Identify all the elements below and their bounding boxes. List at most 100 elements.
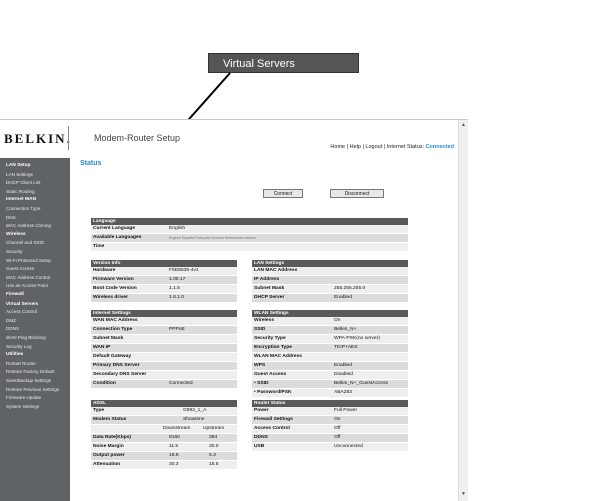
wlan-row: • SSID Belkin_N+_GuestAccess: [252, 380, 408, 389]
sidebar-item[interactable]: WAN Ping Blocking: [6, 335, 46, 340]
sidebar-item[interactable]: Static Routing: [6, 189, 35, 194]
sidebar-group-title: Internet WAN: [6, 197, 37, 203]
separator: |: [346, 144, 349, 150]
sidebar-group-title: LAN Setup: [6, 163, 31, 168]
main-content: Status Connect Disconnect Language Curre…: [71, 158, 458, 501]
sidebar-item[interactable]: Virtual Servers: [6, 301, 38, 306]
sidebar-item[interactable]: Restart Router: [6, 361, 36, 366]
adsl-row-label: Output power: [93, 453, 125, 458]
sidebar-item[interactable]: DHCP Client List: [6, 180, 40, 185]
sidebar-group-title: Wireless: [6, 231, 26, 237]
adsl-upstream-value: 384: [209, 435, 218, 440]
downstream-header: Downstream: [163, 426, 191, 431]
internet-row-label: Subnet Mask: [93, 336, 124, 341]
lan-row-value: Enabled: [334, 295, 352, 300]
adsl-type-value: G992_1_A: [183, 408, 207, 413]
router-row: DDNS Off: [252, 434, 408, 443]
status-heading: Status: [80, 160, 102, 167]
router-row: Access Control Off: [252, 425, 408, 434]
sidebar-item[interactable]: DNS: [6, 215, 16, 220]
internet-row: Condition Connected: [91, 380, 237, 389]
sidebar-item[interactable]: Wi-Fi Protected Setup: [6, 258, 51, 263]
sidebar-item[interactable]: Channel and SSID: [6, 240, 44, 245]
adsl-downstream-value: 19.9: [169, 453, 179, 458]
internet-row-label: Primary DNS Server: [93, 363, 140, 368]
lan-row: IP Address: [252, 276, 408, 285]
sidebar-item[interactable]: LAN Settings: [6, 172, 33, 177]
connect-button[interactable]: Connect: [263, 189, 303, 198]
router-panel-title: Router Status: [252, 400, 408, 407]
page-title: Modem-Router Setup: [94, 133, 181, 143]
sidebar: LAN Setup LAN Settings DHCP Client List Sta…: [0, 158, 70, 501]
top-links: Home | Help | Logout | Internet Status: …: [330, 144, 454, 150]
sidebar-item[interactable]: DMZ: [6, 318, 16, 323]
disconnect-button[interactable]: Disconnect: [330, 189, 384, 198]
logout-link[interactable]: Logout: [365, 144, 382, 150]
available-languages-value[interactable]: English Español Français Deutsch Nederla…: [169, 234, 256, 242]
sidebar-item[interactable]: Connection Type: [6, 206, 40, 211]
header: BELKIN. Modem-Router Setup Home | Help |…: [0, 120, 458, 156]
version-row-value: 1.1.5: [169, 286, 180, 291]
adsl-row: Attenuation 30.3 15.5: [91, 461, 237, 470]
internet-row: WAN MAC Address: [91, 317, 237, 326]
lan-row-label: Subnet Mask: [254, 286, 285, 291]
lan-row-label: DHCP Server: [254, 295, 285, 300]
internet-row-label: Connection Type: [93, 327, 133, 332]
scroll-down-icon[interactable]: ▼: [461, 491, 466, 497]
router-row: USB Unconnected: [252, 443, 408, 452]
lan-row: LAN MAC Address: [252, 267, 408, 276]
wlan-row-label: Guest Access: [254, 372, 287, 377]
wlan-row-label: WLAN MAC Address: [254, 354, 302, 359]
wlan-row-value: TKIP+AES: [334, 345, 358, 350]
vertical-scrollbar[interactable]: ▲ ▼: [458, 120, 468, 501]
sidebar-item[interactable]: Restore Previous Settings: [6, 387, 59, 392]
sidebar-item[interactable]: MAC Address Cloning: [6, 223, 51, 228]
wlan-panel-title: WLAN Settings: [252, 310, 408, 317]
upstream-header: Upstream: [203, 426, 225, 431]
internet-panel: Internet Settings WAN MAC Address Connecti…: [91, 310, 237, 389]
sidebar-item[interactable]: Restore Factory Default: [6, 369, 55, 374]
sidebar-item[interactable]: Security: [6, 249, 23, 254]
modem-status-label: Modem Status: [93, 417, 127, 422]
browser-window: BELKIN. Modem-Router Setup Home | Help |…: [0, 119, 468, 501]
wlan-row-label: SSID: [254, 327, 266, 332]
sidebar-item[interactable]: Save/Backup Settings: [6, 378, 51, 383]
internet-row-label: Condition: [93, 381, 116, 386]
scroll-up-icon[interactable]: ▲: [461, 122, 466, 128]
sidebar-item[interactable]: Firmware Update: [6, 395, 41, 400]
wlan-row: Encryption Type TKIP+AES: [252, 344, 408, 353]
router-row-label: DDNS: [254, 435, 268, 440]
language-panel: Language Current Language English Availab…: [91, 218, 408, 252]
wlan-row-value: Belkin_N+_GuestAccess: [334, 381, 388, 386]
adsl-downstream-value: 11.5: [169, 444, 179, 449]
sidebar-item[interactable]: Security Log: [6, 344, 32, 349]
router-row-value: Unconnected: [334, 444, 363, 449]
version-row-label: Firmware Version: [93, 277, 134, 282]
adsl-row-label: Data Rate(Kbps): [93, 435, 132, 440]
internet-row: Secondary DNS Server: [91, 371, 237, 380]
separator: |: [383, 144, 386, 150]
home-link[interactable]: Home: [330, 144, 345, 150]
internet-row: Primary DNS Server: [91, 362, 237, 371]
wlan-row-value: Belkin_N+: [334, 327, 357, 332]
adsl-downstream-value: 8160: [169, 435, 180, 440]
sidebar-item[interactable]: System Settings: [6, 404, 39, 409]
sidebar-item[interactable]: Access Control: [6, 309, 37, 314]
sidebar-item[interactable]: Guest Access: [6, 266, 34, 271]
router-row-value: Off: [334, 426, 341, 431]
wlan-row: WPS Enabled: [252, 362, 408, 371]
wlan-row-value: WPA-PSK(no server): [334, 336, 380, 341]
lan-row: Subnet Mask 255.255.255.0: [252, 285, 408, 294]
wlan-row-label: Encryption Type: [254, 345, 292, 350]
sidebar-group-title: Firewall: [6, 292, 24, 297]
wlan-row-label: • SSID: [254, 381, 269, 386]
sidebar-item[interactable]: DDNS: [6, 326, 19, 331]
sidebar-item[interactable]: MAC Address Control: [6, 275, 50, 280]
help-link[interactable]: Help: [350, 144, 361, 150]
sidebar-group-title: Utilities: [6, 352, 24, 358]
version-row: Hardware F5D8635-4v1: [91, 267, 237, 276]
wlan-row-value: ABA283: [334, 390, 352, 395]
adsl-row-label: Noise Margin: [93, 444, 124, 449]
sidebar-item[interactable]: Use as Access Point: [6, 283, 48, 288]
internet-row-value: Connected: [169, 381, 193, 386]
